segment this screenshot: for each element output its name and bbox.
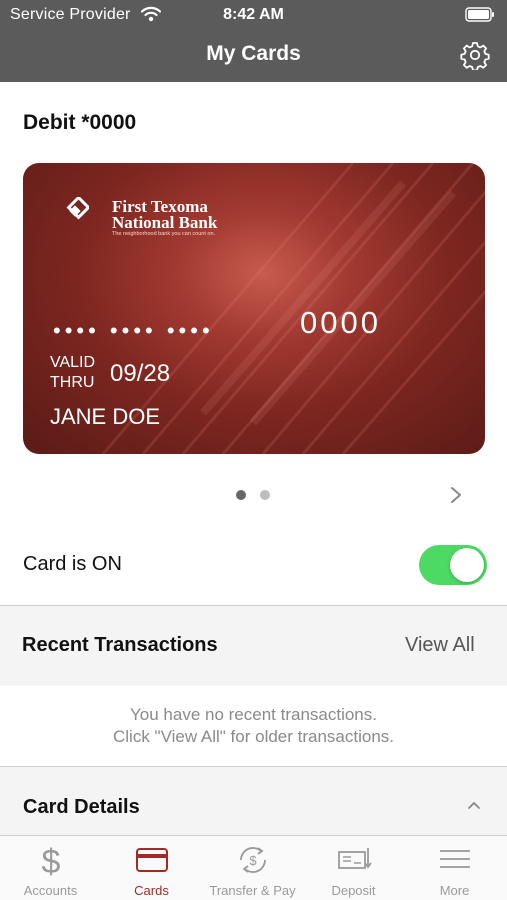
card-holder-name: JANE DOE xyxy=(50,404,161,429)
view-all-link[interactable]: View All xyxy=(405,634,475,657)
menu-icon xyxy=(439,850,470,868)
tab-accounts[interactable]: $ Accounts xyxy=(0,836,101,900)
chevron-right-icon[interactable] xyxy=(450,486,462,504)
bank-name-line2: National Bank xyxy=(112,213,218,232)
pager-dot-active[interactable] xyxy=(236,490,246,500)
battery-icon xyxy=(465,7,494,22)
recent-transactions-title: Recent Transactions xyxy=(22,634,218,656)
chevron-up-icon[interactable] xyxy=(467,800,481,810)
card-expiry: 09/28 xyxy=(110,360,171,387)
card-details-title[interactable]: Card Details xyxy=(23,796,140,819)
svg-text:$: $ xyxy=(249,853,257,868)
card-icon xyxy=(135,848,168,872)
valid-label: VALID xyxy=(50,354,96,371)
tab-more[interactable]: More xyxy=(404,836,505,900)
bank-logo-icon xyxy=(66,197,89,220)
tab-label: Deposit xyxy=(331,883,376,898)
bank-tagline: The neighborhood bank you can count on. xyxy=(112,231,216,237)
card-name: Debit *0000 xyxy=(23,111,137,134)
tab-deposit[interactable]: Deposit xyxy=(303,836,404,900)
tab-bar: $ Accounts Cards $ Transfer & Pay Deposi… xyxy=(0,835,507,900)
card-on-toggle[interactable] xyxy=(419,545,487,585)
card-number-mask: •••• •••• •••• xyxy=(53,318,214,343)
gear-icon[interactable] xyxy=(460,40,490,70)
thru-label: THRU xyxy=(50,374,95,391)
empty-transactions-hint: Click "View All" for older transactions. xyxy=(112,727,395,746)
tab-transfer-pay[interactable]: $ Transfer & Pay xyxy=(202,836,303,900)
app-header: Service Provider 8:42 AM My Cards xyxy=(0,0,507,82)
dollar-icon: $ xyxy=(41,844,60,876)
card-status-label: Card is ON xyxy=(23,553,122,575)
valid-thru-label: VALID THRU xyxy=(50,353,95,393)
transfer-icon: $ xyxy=(239,847,266,873)
page-title: My Cards xyxy=(206,42,301,65)
card-last-four: 0000 xyxy=(300,305,381,340)
tab-label: Transfer & Pay xyxy=(209,883,296,898)
svg-text:$: $ xyxy=(41,844,60,876)
tab-label: More xyxy=(439,883,470,898)
tab-label: Cards xyxy=(134,883,169,898)
debit-card-image[interactable]: First Texoma National Bank The neighborh… xyxy=(23,163,485,454)
empty-transactions-message: You have no recent transactions. xyxy=(130,705,377,724)
pager-dot-inactive[interactable] xyxy=(260,490,270,500)
tab-label: Accounts xyxy=(23,883,78,898)
toggle-knob xyxy=(450,548,484,582)
check-deposit-icon xyxy=(337,848,372,869)
tab-cards[interactable]: Cards xyxy=(101,836,202,900)
status-time: 8:42 AM xyxy=(223,6,284,23)
status-bar: Service Provider 8:42 AM xyxy=(0,0,507,30)
